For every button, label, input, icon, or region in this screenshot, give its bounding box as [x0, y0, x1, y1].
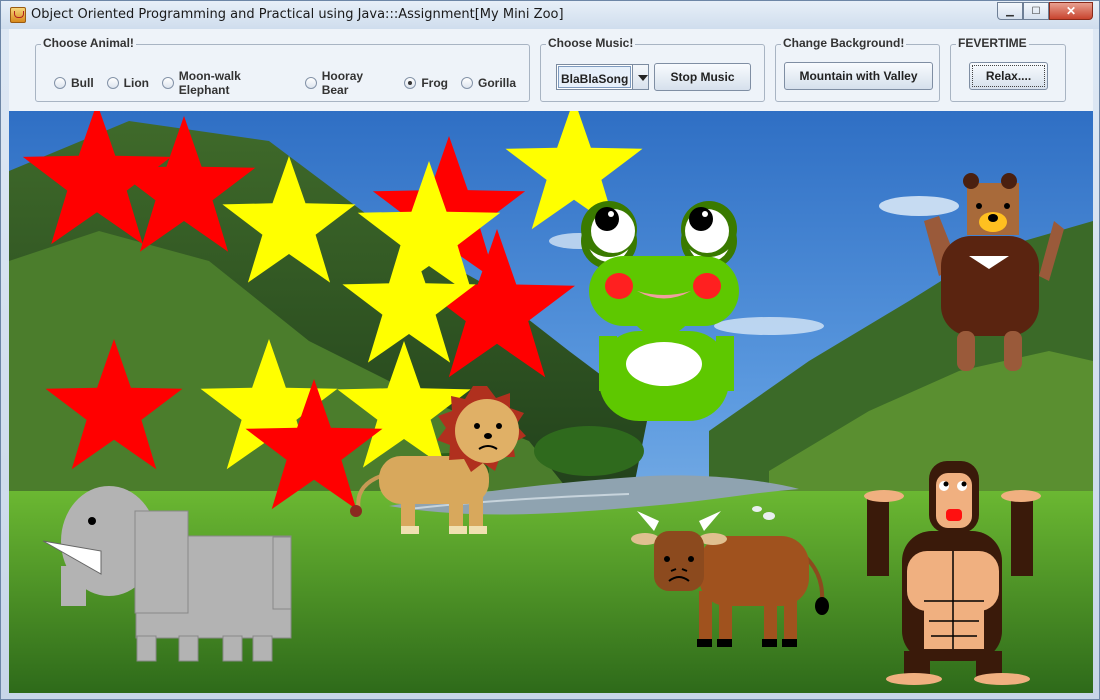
- zoo-scene: [9, 111, 1093, 693]
- choose-music-title: Choose Music!: [546, 36, 636, 50]
- radio-label: Lion: [123, 76, 149, 90]
- fevertime-title: FEVERTIME: [956, 36, 1029, 50]
- minimize-button[interactable]: ▁: [997, 2, 1023, 20]
- animal-radio-moon-walk-elephant[interactable]: Moon-walk Elephant: [162, 69, 292, 97]
- relax-button[interactable]: Relax....: [969, 62, 1048, 90]
- radio-label: Moon-walk Elephant: [178, 69, 241, 97]
- animal-radio-lion[interactable]: Lion: [106, 76, 149, 90]
- radio-button-icon[interactable]: [106, 77, 119, 89]
- mountain-with-valley-button[interactable]: Mountain with Valley: [784, 62, 933, 90]
- control-panel: Choose Animal! Bull Lion Moon-walk Elephan…: [9, 29, 1093, 111]
- choose-animal-group: Choose Animal! Bull Lion Moon-walk Elephan…: [35, 36, 530, 102]
- music-selected-value: BlaBlaSong: [558, 66, 632, 88]
- java-app-icon: [10, 7, 26, 23]
- title-bar[interactable]: Object Oriented Programming and Practica…: [1, 1, 1099, 29]
- radio-label: Hooray Bear: [321, 69, 364, 97]
- fevertime-group: FEVERTIME Relax....: [950, 36, 1066, 102]
- window-title: Object Oriented Programming and Practica…: [31, 7, 564, 22]
- close-button[interactable]: ✕: [1049, 2, 1093, 20]
- zoo-canvas[interactable]: [9, 111, 1093, 693]
- maximize-button[interactable]: ☐: [1023, 2, 1049, 20]
- radio-button-icon[interactable]: [460, 77, 473, 89]
- animal-radio-bull[interactable]: Bull: [54, 76, 94, 90]
- animal-radio-frog[interactable]: Frog: [404, 76, 448, 90]
- app-window: Object Oriented Programming and Practica…: [0, 0, 1100, 700]
- radio-button-icon[interactable]: [404, 77, 417, 89]
- radio-button-icon[interactable]: [304, 77, 317, 89]
- animal-radio-hooray-bear[interactable]: Hooray Bear: [304, 69, 391, 97]
- window-controls: ▁ ☐ ✕: [997, 2, 1093, 22]
- choose-animal-title: Choose Animal!: [41, 36, 136, 50]
- radio-label: Frog: [421, 76, 448, 90]
- animal-radio-gorilla[interactable]: Gorilla: [460, 76, 516, 90]
- radio-label: Bull: [71, 76, 94, 90]
- change-background-group: Change Background! Mountain with Valley: [775, 36, 940, 102]
- choose-music-group: Choose Music! BlaBlaSong Stop Music: [540, 36, 765, 102]
- radio-button-icon[interactable]: [54, 77, 66, 89]
- music-combobox[interactable]: BlaBlaSong: [556, 64, 649, 90]
- radio-button-icon[interactable]: [162, 77, 174, 89]
- animal-radio-row: Bull Lion Moon-walk Elephant Hooray Bear Fro…: [54, 69, 529, 97]
- dropdown-arrow-icon[interactable]: [632, 65, 648, 89]
- radio-label: Gorilla: [477, 76, 516, 90]
- change-background-title: Change Background!: [781, 36, 907, 50]
- stop-music-button[interactable]: Stop Music: [654, 63, 751, 91]
- frog[interactable]: [581, 201, 739, 421]
